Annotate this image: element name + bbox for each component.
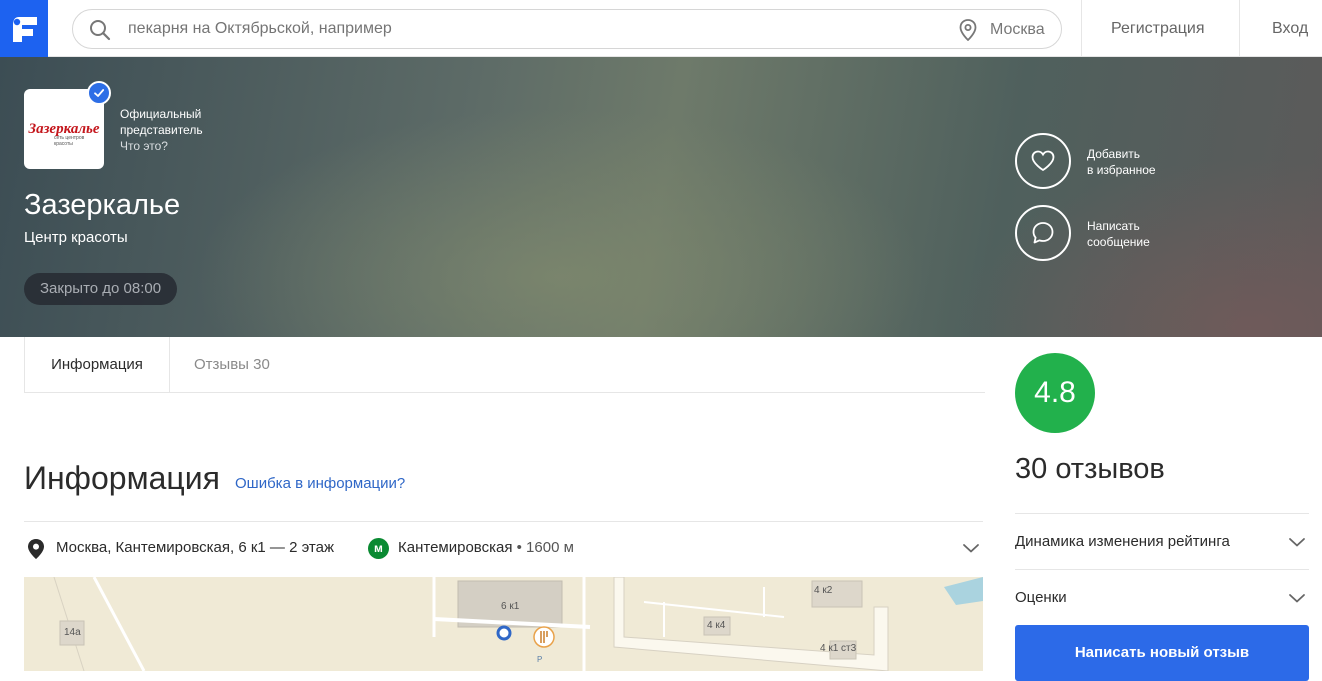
info-section-title: Информация: [24, 460, 220, 496]
write-message-button[interactable]: [1015, 205, 1071, 261]
search-bar[interactable]: Москва: [72, 9, 1062, 49]
write-message-label[interactable]: Написать сообщение: [1087, 218, 1150, 250]
chevron-down-icon[interactable]: [1288, 536, 1306, 548]
login-link[interactable]: Вход: [1272, 20, 1308, 38]
business-hero: Зазеркалье сеть центров красоты Официаль…: [0, 57, 1322, 337]
map-label: P: [537, 655, 543, 664]
register-link[interactable]: Регистрация: [1111, 20, 1205, 38]
metro-distance: • 1600 м: [512, 539, 574, 556]
header-divider: [1239, 0, 1240, 57]
tab-information[interactable]: Информация: [24, 337, 170, 393]
business-logo-subtext: сеть центров красоты: [54, 135, 85, 147]
top-bar: Москва Регистрация Вход: [0, 0, 1322, 57]
search-input[interactable]: [128, 20, 908, 38]
checkmark-icon: [94, 89, 105, 97]
scores-toggle[interactable]: Оценки: [1015, 589, 1067, 606]
favorite-line1: Добавить: [1087, 147, 1141, 161]
official-representative: Официальный представитель Что это?: [120, 106, 203, 154]
map-label: 4 к2: [814, 585, 833, 596]
message-line2: сообщение: [1087, 235, 1150, 249]
hours-status-badge: Закрыто до 08:00: [24, 273, 178, 305]
site-logo[interactable]: [0, 0, 48, 57]
map-label: 6 к1: [501, 601, 520, 612]
divider: [1015, 569, 1309, 570]
business-tabs: Информация Отзывы 30: [24, 337, 985, 393]
location-map[interactable]: 14a 6 к1 4 к4 4 к2 4 к1 ст3 P: [24, 577, 983, 671]
metro-info: Кантемировская • 1600 м: [398, 539, 574, 556]
business-name: Зазеркалье: [24, 189, 181, 221]
write-review-button[interactable]: Написать новый отзыв: [1015, 625, 1309, 681]
add-to-favorites-button[interactable]: [1015, 133, 1071, 189]
official-line2: представитель: [120, 123, 203, 137]
chat-bubble-icon: [1032, 222, 1054, 244]
verified-badge: [87, 81, 111, 105]
address-pin-icon: [28, 539, 44, 559]
add-to-favorites-label[interactable]: Добавить в избранное: [1087, 146, 1156, 178]
search-icon[interactable]: [89, 19, 111, 41]
business-address: Москва, Кантемировская, 6 к1 — 2 этаж: [56, 539, 334, 556]
map-label: 14a: [64, 627, 81, 638]
divider: [24, 521, 983, 522]
city-selector[interactable]: Москва: [990, 21, 1045, 39]
business-category: Центр красоты: [24, 229, 128, 246]
location-pin-icon[interactable]: [959, 19, 977, 41]
map-label: 4 к1 ст3: [820, 643, 857, 654]
map-label: 4 к4: [707, 620, 726, 631]
chevron-down-icon[interactable]: [1288, 592, 1306, 604]
favorite-line2: в избранное: [1087, 163, 1156, 177]
rating-dynamics-toggle[interactable]: Динамика изменения рейтинга: [1015, 533, 1230, 550]
official-line1: Официальный: [120, 107, 202, 121]
header-divider: [1081, 0, 1082, 57]
reviews-count: 30 отзывов: [1015, 453, 1165, 485]
divider: [1015, 513, 1309, 514]
map-canvas[interactable]: [24, 577, 983, 671]
metro-icon: м: [368, 538, 389, 559]
site-logo-icon: [11, 16, 37, 42]
heart-icon: [1031, 150, 1055, 172]
report-error-link[interactable]: Ошибка в информации?: [235, 475, 405, 492]
metro-station: Кантемировская: [398, 539, 513, 556]
chevron-down-icon[interactable]: [962, 542, 980, 554]
message-line1: Написать: [1087, 219, 1140, 233]
tab-reviews[interactable]: Отзывы 30: [194, 337, 270, 393]
rating-badge: 4.8: [1015, 353, 1095, 433]
what-is-this-link[interactable]: Что это?: [120, 138, 203, 154]
